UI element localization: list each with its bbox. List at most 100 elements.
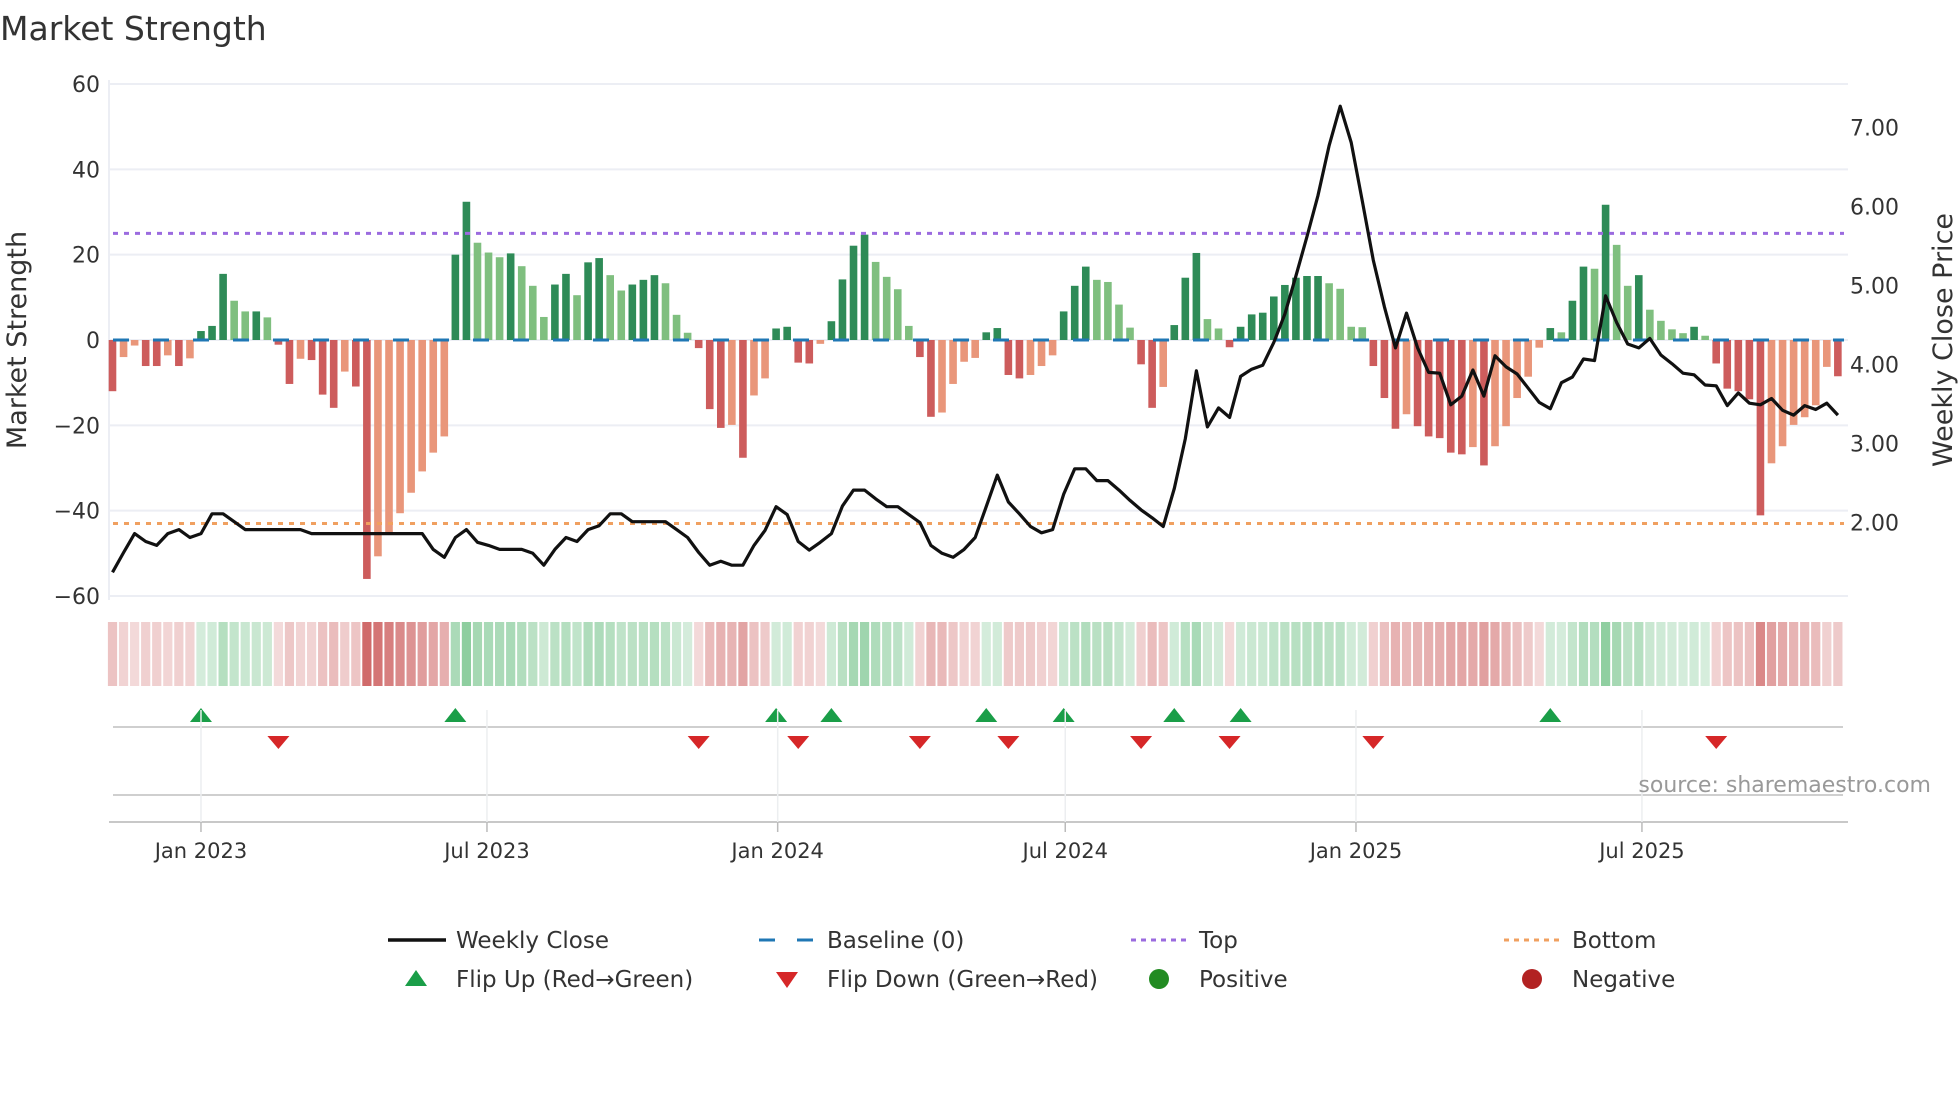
strip-cell [417,622,427,686]
y-tick-label: 60 [72,73,100,98]
negative-bar [1424,340,1433,437]
strip-cell [1147,622,1157,686]
strip-cell [1048,622,1058,686]
negative-bar [1048,340,1057,356]
strip-cell [1833,622,1843,686]
strip-cell [506,622,516,686]
strip-cell [284,622,295,686]
strip-cell [251,622,261,686]
strip-cell [671,622,682,686]
positive-bar [540,316,548,340]
negative-bar [352,340,360,387]
strip-cell [450,622,460,686]
strip-cell [1733,622,1743,686]
positive-bar [871,261,880,340]
positive-bar [573,295,581,340]
strip-cell [1335,622,1345,686]
negative-bar [694,340,703,349]
strip-cell [306,622,317,686]
positive-bar [1192,252,1201,340]
positive-bar [1214,328,1223,340]
strip-cell [981,622,991,686]
negative-bar [705,340,714,410]
negative-bar [1148,340,1156,408]
strip-cell [1224,622,1235,686]
strip-cell [1578,622,1589,686]
strip-cell [1379,622,1389,686]
negative-bar [396,340,404,514]
positive-bar [495,257,504,340]
negative-bar [927,340,935,417]
strip-cell [1612,622,1622,686]
positive-bar [1668,329,1676,340]
positive-bar [462,201,471,340]
legend-label: Top [1198,928,1238,954]
x-tick-label: Jul 2025 [1597,839,1684,863]
positive-bar [1059,311,1068,340]
strip-cell [1567,622,1578,686]
positive-bar [1081,266,1090,340]
strip-cell [926,622,936,686]
strip-cell [1003,622,1013,686]
negative-bar [429,340,438,453]
source-label: source: sharemaestro.com [1638,773,1931,798]
positive-bar [1247,314,1256,340]
negative-circle-icon [1522,969,1542,989]
positive-bar [1690,326,1698,340]
y-tick-label: 40 [72,158,100,183]
strip-cell [1822,622,1832,686]
strip-cell [550,622,560,686]
strip-cell [517,622,527,686]
strip-cell [594,622,604,686]
strip-cell [1468,622,1478,686]
x-tick-label: Jul 2024 [1021,839,1108,863]
flip-down-marker [1705,736,1728,749]
y2-tick-label: 7.00 [1850,117,1899,142]
strip-cell [483,622,494,686]
strip-cell [406,622,416,686]
strip-cell [439,622,449,686]
positive-bar [882,276,891,340]
strip-cell [1601,622,1611,686]
positive-bar [772,328,780,340]
strip-cell [1534,622,1544,686]
negative-bar [1712,340,1720,364]
strip-cell [1412,622,1423,686]
strip-cell [163,622,173,686]
strip-cell [760,622,770,686]
strip-cell [1324,622,1334,686]
market-strength-chart: Market Strength 60 40 20 0 −20 −40 −60 2.00 3.0… [0,9,1959,993]
flip-up-marker [1229,708,1252,722]
strip-cell [1158,622,1168,686]
strip-cell [749,622,759,686]
strip-cell [1789,622,1799,686]
positive-bar [241,311,250,340]
positive-bar [650,275,659,340]
positive-bar [838,279,847,340]
strip-cell [572,622,582,686]
negative-bar [1745,340,1754,400]
positive-bar [1258,312,1267,340]
flip-up-marker [1052,708,1075,722]
negative-bar [794,340,803,363]
positive-bar [1336,288,1344,340]
y-tick-label: −20 [54,414,100,439]
strip-cell [638,622,648,686]
strip-cell [218,622,228,686]
strip-cell [1722,622,1732,686]
negative-bar [1026,340,1035,375]
strip-cell [649,622,660,686]
strip-cell [1623,622,1633,686]
strip-cell [1390,622,1401,686]
strip-cell [1435,622,1445,686]
y2-axis-label: Weekly Close Price [1928,213,1959,467]
strip-cell [782,622,792,686]
strip-cell [262,622,272,686]
strip-cell [1523,622,1533,686]
flip-up-marker [975,708,998,722]
positive-bar [1325,283,1333,340]
negative-bar [1756,340,1765,516]
strip-cell [1125,622,1135,686]
strip-cell [1744,622,1754,686]
flip-down-marker [1218,736,1241,749]
